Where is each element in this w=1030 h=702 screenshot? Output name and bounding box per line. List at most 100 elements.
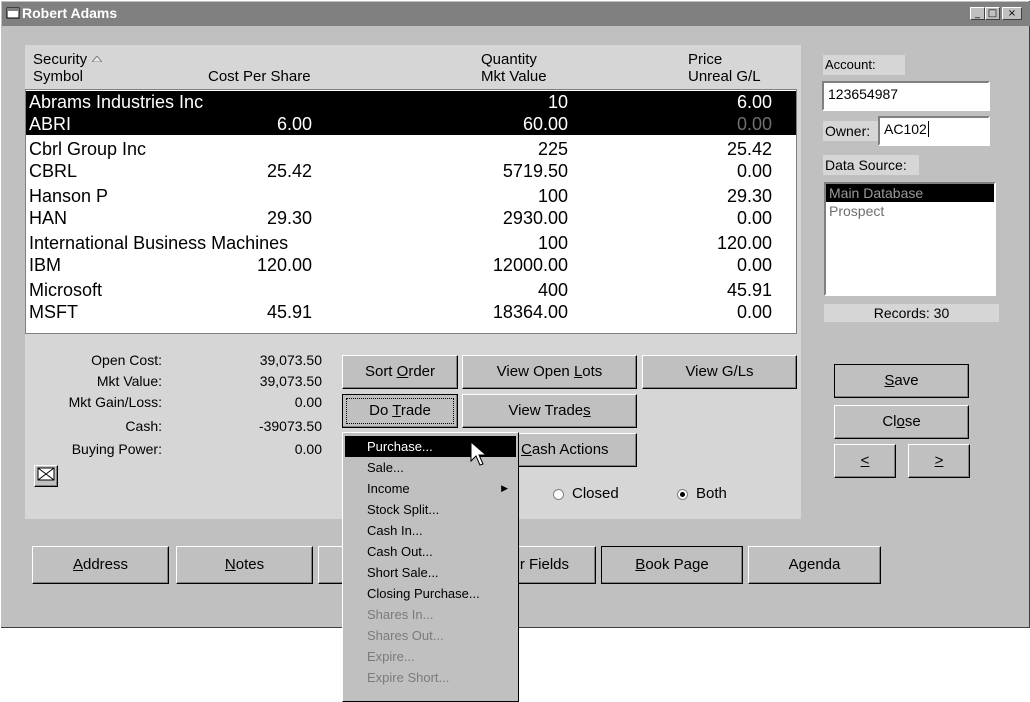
quantity: 100 <box>537 233 568 253</box>
title-bar[interactable]: Robert Adams _ □ × <box>2 2 1030 26</box>
holdings-table[interactable]: Abrams Industries Inc ABRI 6.00 10 60.00… <box>25 89 797 334</box>
unreal-gl: 0.00 <box>736 208 772 228</box>
records-count: Records: 30 <box>824 304 999 322</box>
next-record-button[interactable]: > <box>908 444 970 478</box>
unreal-gl: 0.00 <box>736 161 772 181</box>
menu-item-closing-purchase[interactable]: Closing Purchase... <box>345 583 516 604</box>
sort-order-button[interactable]: Sort Order <box>342 355 458 389</box>
unreal-gl: 0.00 <box>736 302 772 322</box>
security-symbol: CBRL <box>29 161 78 181</box>
notes-button[interactable]: Notes <box>176 546 313 584</box>
address-button[interactable]: Address <box>32 546 169 584</box>
both-radio-label: Both <box>696 485 727 502</box>
do-trade-button[interactable]: Do Trade <box>342 394 458 428</box>
submenu-arrow-icon: ▶ <box>501 483 508 493</box>
owner-input[interactable]: AC102 <box>878 116 990 146</box>
view-gls-button[interactable]: View G/Ls <box>642 355 797 389</box>
price: 29.30 <box>726 186 772 206</box>
previous-record-button[interactable]: < <box>834 444 896 478</box>
account-input[interactable]: 123654987 <box>822 81 990 111</box>
view-open-lots-button[interactable]: View Open Lots <box>462 355 637 389</box>
table-row[interactable]: Hanson P HAN 29.30 100 2930.00 29.30 0.0… <box>26 185 796 229</box>
header-cost-per-share[interactable]: Cost Per Share <box>208 68 311 85</box>
mkt-value: 60.00 <box>522 114 568 134</box>
security-name: Hanson P <box>29 186 109 206</box>
view-trades-button[interactable]: View Trades <box>462 394 637 428</box>
sort-ascending-icon <box>92 56 102 62</box>
menu-item-cash-out[interactable]: Cash Out... <box>345 541 516 562</box>
closed-radio-label: Closed <box>572 485 619 502</box>
mkt-value-label: Mkt Value: <box>96 373 162 389</box>
list-item[interactable]: Prospect <box>826 202 994 220</box>
table-row[interactable]: Cbrl Group Inc CBRL 25.42 225 5719.50 25… <box>26 138 796 182</box>
cost-per-share: 6.00 <box>276 114 312 134</box>
menu-item-short-sale[interactable]: Short Sale... <box>345 562 516 583</box>
menu-item-expire-short: Expire Short... <box>367 670 450 685</box>
unreal-gl: 0.00 <box>736 114 772 134</box>
header-symbol[interactable]: Symbol <box>33 68 83 85</box>
mkt-gain-loss-value: 0.00 <box>294 394 322 410</box>
header-security[interactable]: Security <box>33 51 87 68</box>
menu-item-expire: Expire... <box>367 649 415 664</box>
header-mkt-value[interactable]: Mkt Value <box>481 68 547 85</box>
closed-radio[interactable] <box>553 489 564 500</box>
cost-per-share: 29.30 <box>266 208 312 228</box>
account-label: Account: <box>823 55 905 75</box>
mkt-value: 18364.00 <box>492 302 568 322</box>
window-title: Robert Adams <box>22 5 118 21</box>
close-button[interactable]: Close <box>834 405 969 439</box>
security-name: International Business Machines <box>29 233 289 253</box>
quantity: 10 <box>547 92 568 112</box>
table-row[interactable]: Microsoft MSFT 45.91 400 18364.00 45.91 … <box>26 279 796 323</box>
cost-per-share: 25.42 <box>266 161 312 181</box>
menu-item-sale[interactable]: Sale... <box>345 457 516 478</box>
price: 25.42 <box>726 139 772 159</box>
price: 45.91 <box>726 280 772 300</box>
envelope-icon <box>37 467 55 481</box>
menu-item-income[interactable]: Income ▶ <box>345 478 516 499</box>
menu-item-cash-in[interactable]: Cash In... <box>345 520 516 541</box>
both-radio[interactable] <box>677 489 688 500</box>
save-button[interactable]: Save <box>834 364 969 398</box>
chart-toggle-button[interactable] <box>34 465 58 487</box>
table-row[interactable]: International Business Machines IBM 120.… <box>26 232 796 276</box>
close-window-button[interactable]: × <box>1002 7 1022 20</box>
security-symbol: IBM <box>29 255 62 275</box>
book-page-button[interactable]: Book Page <box>601 546 743 584</box>
maximize-button[interactable]: □ <box>985 7 1000 20</box>
menu-item-purchase[interactable]: Purchase... <box>345 436 516 457</box>
mkt-value: 5719.50 <box>502 161 568 181</box>
open-cost-value: 39,073.50 <box>259 352 322 368</box>
quantity: 225 <box>537 139 568 159</box>
cash-label: Cash: <box>125 418 162 434</box>
unreal-gl: 0.00 <box>736 255 772 275</box>
buying-power-label: Buying Power: <box>71 441 162 457</box>
agenda-button[interactable]: Agenda <box>748 546 881 584</box>
menu-item-stock-split[interactable]: Stock Split... <box>345 499 516 520</box>
security-symbol: HAN <box>29 208 68 228</box>
header-unreal-gl[interactable]: Unreal G/L <box>688 68 761 85</box>
cash-value: -39073.50 <box>258 418 322 434</box>
mouse-pointer-icon <box>470 441 488 466</box>
owner-label: Owner: <box>823 121 881 141</box>
price: 120.00 <box>716 233 772 253</box>
minimize-button[interactable]: _ <box>970 7 985 20</box>
data-source-label: Data Source: <box>823 155 919 175</box>
window-icon <box>6 7 20 19</box>
data-source-list[interactable]: Main Database Prospect <box>824 182 996 296</box>
menu-item-shares-in: Shares In... <box>367 607 434 622</box>
price: 6.00 <box>736 92 772 112</box>
open-cost-label: Open Cost: <box>91 352 162 368</box>
mkt-value-total: 39,073.50 <box>259 373 322 389</box>
quantity: 100 <box>537 186 568 206</box>
header-price[interactable]: Price <box>688 51 722 68</box>
header-quantity[interactable]: Quantity <box>481 51 537 68</box>
menu-item-shares-out: Shares Out... <box>367 628 444 643</box>
buying-power-value: 0.00 <box>294 441 322 457</box>
security-name: Microsoft <box>29 280 103 300</box>
security-name: Cbrl Group Inc <box>29 139 147 159</box>
quantity: 400 <box>537 280 568 300</box>
list-item[interactable]: Main Database <box>826 184 994 202</box>
mkt-value: 2930.00 <box>502 208 568 228</box>
table-row[interactable]: Abrams Industries Inc ABRI 6.00 10 60.00… <box>26 91 796 135</box>
